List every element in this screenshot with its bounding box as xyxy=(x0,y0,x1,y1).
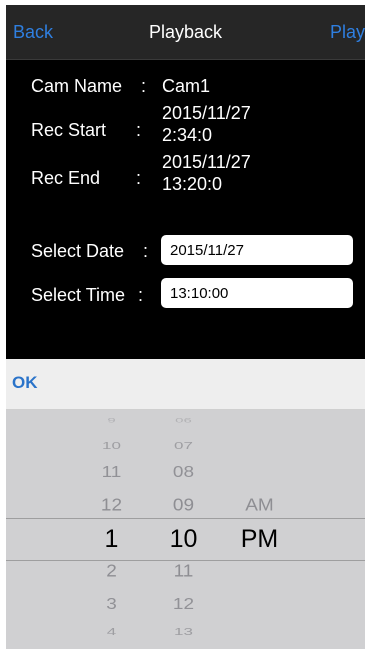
playback-screen: Back Playback Play Cam Name : Cam1 Rec S… xyxy=(6,5,365,649)
picker-item-hour[interactable]: 10 xyxy=(84,440,139,453)
picker-item-minute[interactable]: 09 xyxy=(156,495,211,516)
time-picker: 9 10 11 12 1 2 3 4 06 07 08 09 10 11 12 13 AM PM xyxy=(6,410,365,649)
picker-item-minute[interactable]: 07 xyxy=(156,440,211,453)
select-date-colon: : xyxy=(143,241,149,261)
picker-item-hour[interactable]: 2 xyxy=(84,561,139,582)
picker-item-hour[interactable]: 4 xyxy=(84,626,139,639)
picker-item-hour[interactable]: 3 xyxy=(84,596,139,615)
picker-item-hour[interactable]: 11 xyxy=(84,464,139,483)
picker-item-minute[interactable]: 10 xyxy=(156,524,211,554)
picker-item-minute[interactable]: 06 xyxy=(156,417,211,424)
picker-item-ampm[interactable]: PM xyxy=(232,524,287,554)
select-date-label: Select Date xyxy=(31,241,125,261)
minute-wheel[interactable]: 06 07 08 09 10 11 12 13 xyxy=(156,410,211,649)
picker-item-ampm[interactable]: AM xyxy=(232,495,287,516)
ok-button[interactable]: OK xyxy=(12,373,38,393)
page-title: Playback xyxy=(148,22,223,42)
select-date-field[interactable] xyxy=(161,235,353,265)
rec-start-label: Rec Start xyxy=(31,120,107,140)
select-time-field[interactable] xyxy=(161,278,353,308)
cam-name-label: Cam Name xyxy=(31,76,123,96)
rec-start-value: 2015/11/27 2:34:0 xyxy=(162,103,251,145)
picker-toolbar: OK xyxy=(6,359,365,410)
rec-end-value: 2015/11/27 13:20:0 xyxy=(162,152,251,194)
rec-start-colon: : xyxy=(136,120,142,140)
picker-item-minute[interactable]: 11 xyxy=(156,561,211,582)
picker-item-minute[interactable]: 12 xyxy=(156,596,211,615)
picker-item-hour[interactable]: 1 xyxy=(84,524,139,554)
navigation-bar: Back Playback Play xyxy=(6,5,365,60)
picker-item-hour[interactable]: 9 xyxy=(84,417,139,424)
ampm-wheel[interactable]: AM PM xyxy=(232,410,287,649)
rec-end-label: Rec End xyxy=(31,168,101,188)
cam-name-colon: : xyxy=(141,76,147,96)
select-time-colon: : xyxy=(138,285,144,305)
play-button[interactable]: Play xyxy=(330,22,365,43)
select-time-label: Select Time xyxy=(31,285,126,305)
picker-item-minute[interactable]: 13 xyxy=(156,626,211,639)
hour-wheel[interactable]: 9 10 11 12 1 2 3 4 xyxy=(84,410,139,649)
rec-end-colon: : xyxy=(136,168,142,188)
cam-name-value: Cam1 xyxy=(162,76,211,96)
picker-item-hour[interactable]: 12 xyxy=(84,495,139,516)
picker-item-minute[interactable]: 08 xyxy=(156,464,211,483)
